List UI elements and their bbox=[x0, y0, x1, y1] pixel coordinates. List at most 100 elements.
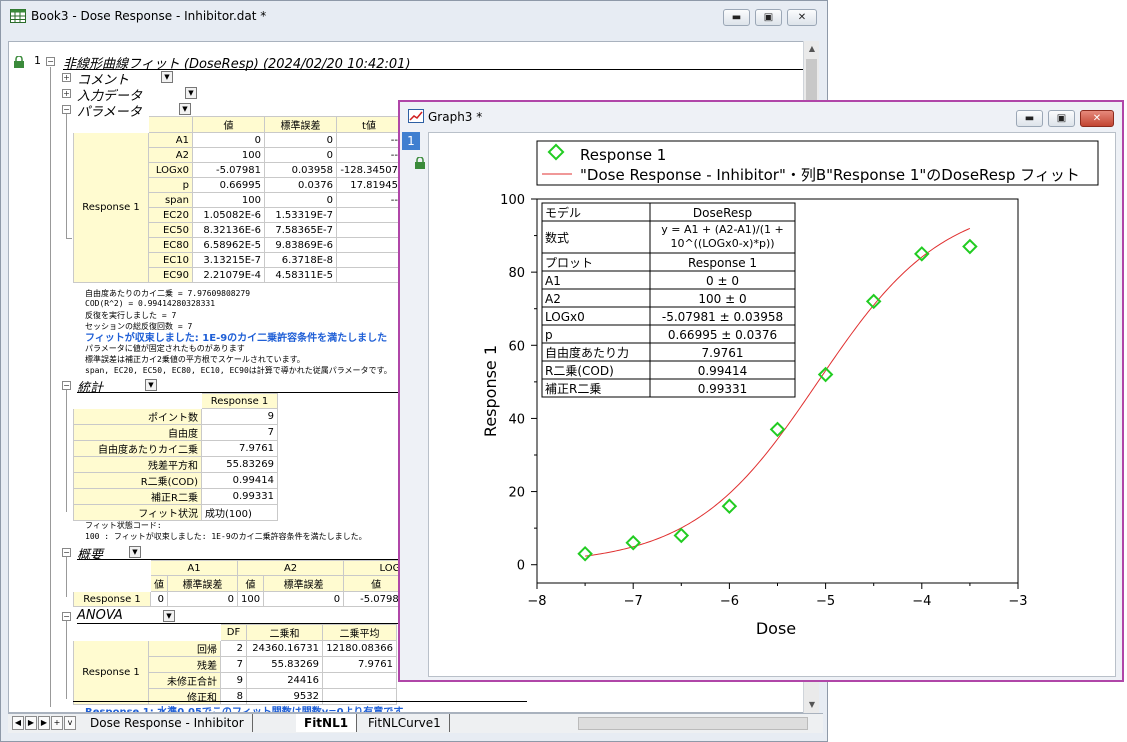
results-table-label: 補正R二乗 bbox=[545, 382, 601, 396]
collapse-toggle[interactable]: − bbox=[62, 612, 71, 621]
fit-status-text: 100 : フィットが収束しました: 1E-9のカイ二乗許容条件を満たしました。 bbox=[85, 532, 367, 541]
summary-dropdown[interactable]: ▼ bbox=[129, 546, 141, 558]
results-table: モデル DoseResp 数式 y = A1 + (A2-A1)/(1 +10^((L… bbox=[541, 202, 796, 398]
graph-minimize-button[interactable]: ▬ bbox=[1016, 110, 1043, 127]
layer-lock-icon bbox=[415, 157, 425, 169]
x-tick-label: −5 bbox=[816, 594, 835, 609]
results-table-value: 0.66995 ± 0.0376 bbox=[668, 328, 777, 342]
anova-table: DF 二乗和 二乗平均 Response 1 回帰 2 24360.16731 121… bbox=[73, 624, 397, 705]
results-table-label: R二乗(COD) bbox=[545, 364, 614, 378]
close-button[interactable]: ✕ bbox=[787, 9, 817, 26]
results-table-value: 0 ± 0 bbox=[706, 274, 739, 288]
legend-series-1: Response 1 bbox=[580, 146, 666, 164]
layer-indicator[interactable]: 1 bbox=[402, 132, 420, 150]
comment-dropdown[interactable]: ▼ bbox=[161, 71, 173, 83]
scroll-down-icon[interactable]: ▼ bbox=[804, 697, 820, 713]
note-chisq: 自由度あたりのカイ二乗 = 7.97609808279 bbox=[85, 289, 251, 298]
lock-icon bbox=[14, 56, 24, 68]
scroll-up-icon[interactable]: ▲ bbox=[804, 41, 820, 57]
results-table-value: Response 1 bbox=[688, 256, 757, 270]
x-tick-label: −4 bbox=[912, 594, 931, 609]
plot-svg[interactable]: Response 1 "Dose Response - Inhibitor"・列… bbox=[429, 133, 1115, 676]
results-table-formula-line1: y = A1 + (A2-A1)/(1 + bbox=[661, 223, 784, 236]
results-table-value: 0.99414 bbox=[698, 364, 748, 378]
results-table-label: p bbox=[545, 328, 553, 342]
x-axis-label: Dose bbox=[756, 619, 796, 638]
x-tick-label: −6 bbox=[720, 594, 739, 609]
parameters-table: 値 標準誤差 t値 Response 1 A1 0 0 -- A2 100 0 -- LOG… bbox=[73, 116, 402, 283]
param-group-label: Response 1 bbox=[73, 132, 149, 283]
statistics-table: Response 1 ポイント数 9 自由度 7 自由度あたりカイ二乗 7.9761 … bbox=[73, 393, 278, 521]
x-tick-label: −8 bbox=[527, 594, 546, 609]
stats-dropdown[interactable]: ▼ bbox=[145, 379, 157, 391]
row-number: 1 bbox=[34, 54, 41, 67]
first-sheet-icon[interactable]: ◀ bbox=[12, 716, 24, 730]
results-table-label: A1 bbox=[545, 274, 561, 288]
maximize-button[interactable]: ▣ bbox=[755, 9, 782, 26]
y-tick-label: 20 bbox=[508, 486, 525, 501]
collapse-toggle[interactable]: − bbox=[62, 381, 71, 390]
data-point bbox=[721, 498, 738, 514]
results-table-value: 7.9761 bbox=[702, 346, 744, 360]
prev-sheet-icon[interactable]: ▶ bbox=[25, 716, 37, 730]
results-table-label: モデル bbox=[545, 205, 581, 220]
y-tick-label: 40 bbox=[508, 412, 525, 427]
collapse-toggle[interactable]: − bbox=[62, 105, 71, 114]
significance-note: Response 1: 水準0.05でこのフィット関数は関数y=0より有意です。 bbox=[85, 707, 413, 713]
horizontal-scrollbar[interactable] bbox=[578, 717, 808, 730]
y-axis-label: Response 1 bbox=[481, 345, 500, 437]
expand-toggle[interactable]: + bbox=[62, 73, 71, 82]
param-row-A1: Response 1 A1 0 0 -- bbox=[73, 132, 402, 283]
tab-fitnl1[interactable]: FitNL1 bbox=[296, 714, 358, 732]
y-tick-label: 0 bbox=[517, 559, 525, 574]
data-point bbox=[962, 238, 978, 255]
collapse-toggle[interactable]: − bbox=[46, 57, 55, 66]
note-iter: 反復を実行しました = 7 bbox=[85, 311, 177, 320]
minimize-button[interactable]: ▬ bbox=[723, 9, 750, 26]
next-sheet-icon[interactable]: ▶ bbox=[38, 716, 50, 730]
collapse-toggle[interactable]: − bbox=[62, 548, 71, 557]
note-derived: span, EC20, EC50, EC80, EC10, EC90は計算で導か… bbox=[85, 366, 392, 375]
y-tick-label: 60 bbox=[508, 339, 525, 354]
data-point bbox=[673, 527, 690, 544]
results-table-value: 100 ± 0 bbox=[698, 292, 746, 306]
sheet-tab-bar: ◀ ▶ ▶ + v Dose Response - Inhibitor FitN… bbox=[8, 713, 823, 733]
workbook-icon bbox=[10, 9, 26, 23]
note-cod: COD(R^2) = 0.99414280328331 bbox=[85, 299, 216, 308]
results-table-label: A2 bbox=[545, 292, 561, 306]
tab-fitnlcurve1[interactable]: FitNLCurve1 bbox=[360, 714, 450, 732]
legend-series-2: "Dose Response - Inhibitor"・列B"Response … bbox=[580, 166, 1080, 184]
sheet-list-icon[interactable]: v bbox=[64, 716, 76, 730]
input-dropdown[interactable]: ▼ bbox=[185, 87, 197, 99]
note-fixed: パラメータに値が固定されたものがあります bbox=[85, 344, 245, 353]
graph-icon bbox=[408, 109, 424, 123]
graph-maximize-button[interactable]: ▣ bbox=[1048, 110, 1075, 127]
results-table-value: -5.07981 ± 0.03958 bbox=[662, 310, 783, 324]
expand-toggle[interactable]: + bbox=[62, 89, 71, 98]
graph-titlebar[interactable]: Graph3 * ▬ ▣ ✕ bbox=[400, 102, 1122, 132]
graph-page[interactable]: Response 1 "Dose Response - Inhibitor"・列… bbox=[428, 132, 1116, 677]
results-table-label: プロット bbox=[545, 256, 593, 270]
graph-title: Graph3 * bbox=[428, 110, 483, 124]
results-table-label: 自由度あたり力 bbox=[545, 345, 629, 360]
graph-close-button[interactable]: ✕ bbox=[1080, 110, 1114, 127]
node-anova: ANOVA bbox=[77, 608, 123, 623]
anova-dropdown[interactable]: ▼ bbox=[163, 610, 175, 622]
results-table-formula-line2: 10^((LOGx0-x)*p)) bbox=[670, 237, 774, 250]
results-table-value: 0.99331 bbox=[698, 382, 748, 396]
summary-table: A1 A2 LOGx0 値標準誤差 値標準誤差 値標 Response 1 00… bbox=[73, 560, 450, 607]
note-se-scaled: 標準誤差は補正カイ2乗値の平方根でスケールされています。 bbox=[85, 355, 305, 364]
params-dropdown[interactable]: ▼ bbox=[179, 103, 191, 115]
add-sheet-icon[interactable]: + bbox=[51, 716, 63, 730]
y-tick-label: 80 bbox=[508, 266, 525, 281]
results-table-value: DoseResp bbox=[693, 206, 752, 220]
fit-status-title: フィット状態コード: bbox=[85, 521, 162, 530]
results-table-label: LOGx0 bbox=[545, 310, 585, 324]
graph-window[interactable]: Graph3 * ▬ ▣ ✕ 1 Response 1 "Dose Respon… bbox=[398, 100, 1124, 682]
workbook-title: Book3 - Dose Response - Inhibitor.dat * bbox=[31, 9, 267, 23]
workbook-titlebar[interactable]: Book3 - Dose Response - Inhibitor.dat * … bbox=[1, 1, 827, 31]
data-point bbox=[577, 545, 593, 562]
results-table-label: 数式 bbox=[545, 230, 569, 245]
note-converged: フィットが収束しました: 1E-9のカイ二乗許容条件を満たしました bbox=[85, 333, 388, 344]
tab-dose-response[interactable]: Dose Response - Inhibitor bbox=[82, 714, 253, 732]
